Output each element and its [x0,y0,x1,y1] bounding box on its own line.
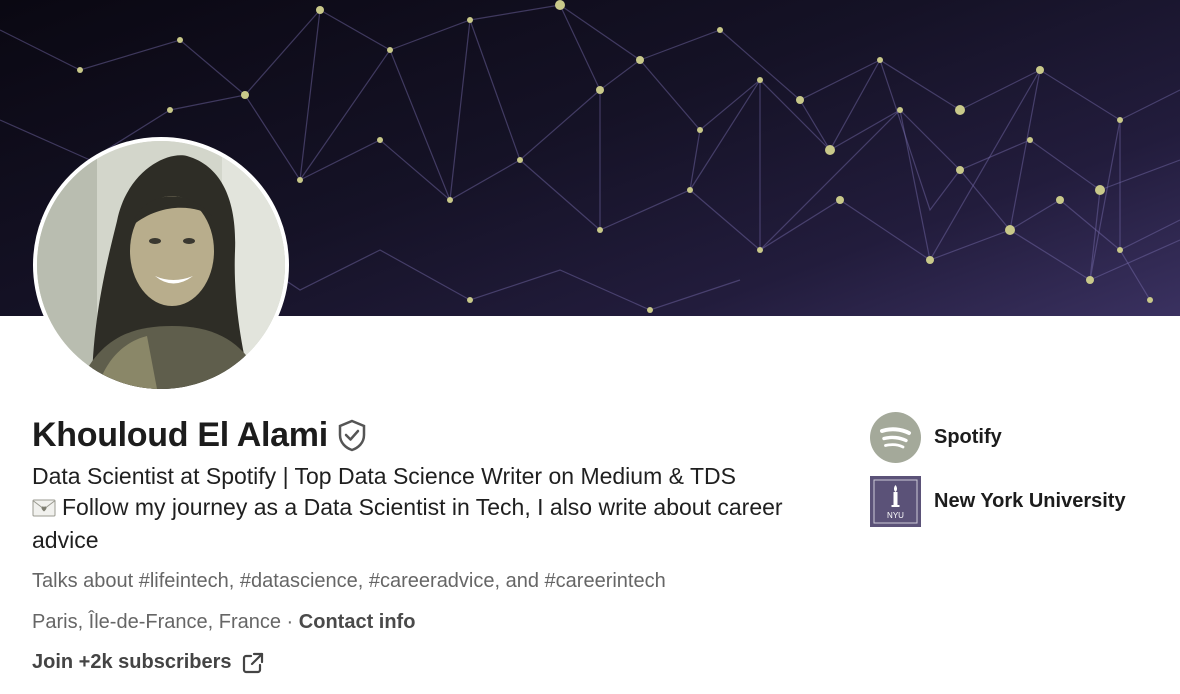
org-spotify[interactable]: Spotify [870,412,1002,463]
envelope-heart-icon [32,494,56,525]
name-row: Khouloud El Alami [32,414,368,457]
separator-dot: · [286,611,294,633]
org-name: New York University [934,490,1126,512]
external-link-icon [242,652,263,673]
verified-badge-icon[interactable] [336,418,368,457]
join-subscribers-label: Join +2k subscribers [32,651,232,673]
headline-line-2: Follow my journey as a Data Scientist in… [32,492,852,556]
talks-about: Talks about #lifeintech, #datascience, #… [32,570,666,592]
org-name: Spotify [934,426,1002,448]
headline-line-2-text: Follow my journey as a Data Scientist in… [32,494,783,553]
profile-name: Khouloud El Alami [32,416,328,454]
person-portrait [37,141,285,389]
location-row: Paris, Île-de-France, France · Contact i… [32,611,415,634]
location-text: Paris, Île-de-France, France [32,611,281,633]
nyu-logo-icon: NYU [870,476,921,527]
contact-info-link[interactable]: Contact info [299,611,416,633]
headline-line-1: Data Scientist at Spotify | Top Data Sci… [32,463,736,489]
nyu-logo-text: NYU [887,511,904,520]
profile-photo[interactable] [33,137,289,393]
org-nyu[interactable]: NYU New York University [870,476,1126,527]
join-subscribers-link[interactable]: Join +2k subscribers [32,651,264,674]
profile-headline: Data Scientist at Spotify | Top Data Sci… [32,461,852,556]
spotify-logo-icon [870,412,921,463]
